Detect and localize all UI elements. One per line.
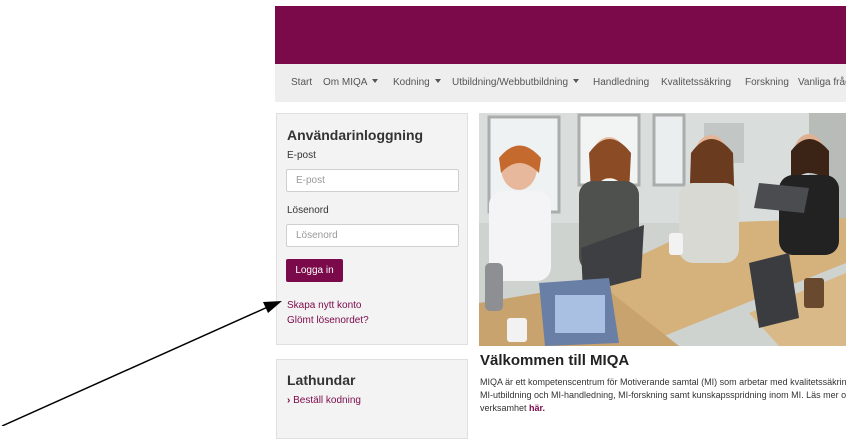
arrow-pointer-icon: [1, 301, 282, 426]
